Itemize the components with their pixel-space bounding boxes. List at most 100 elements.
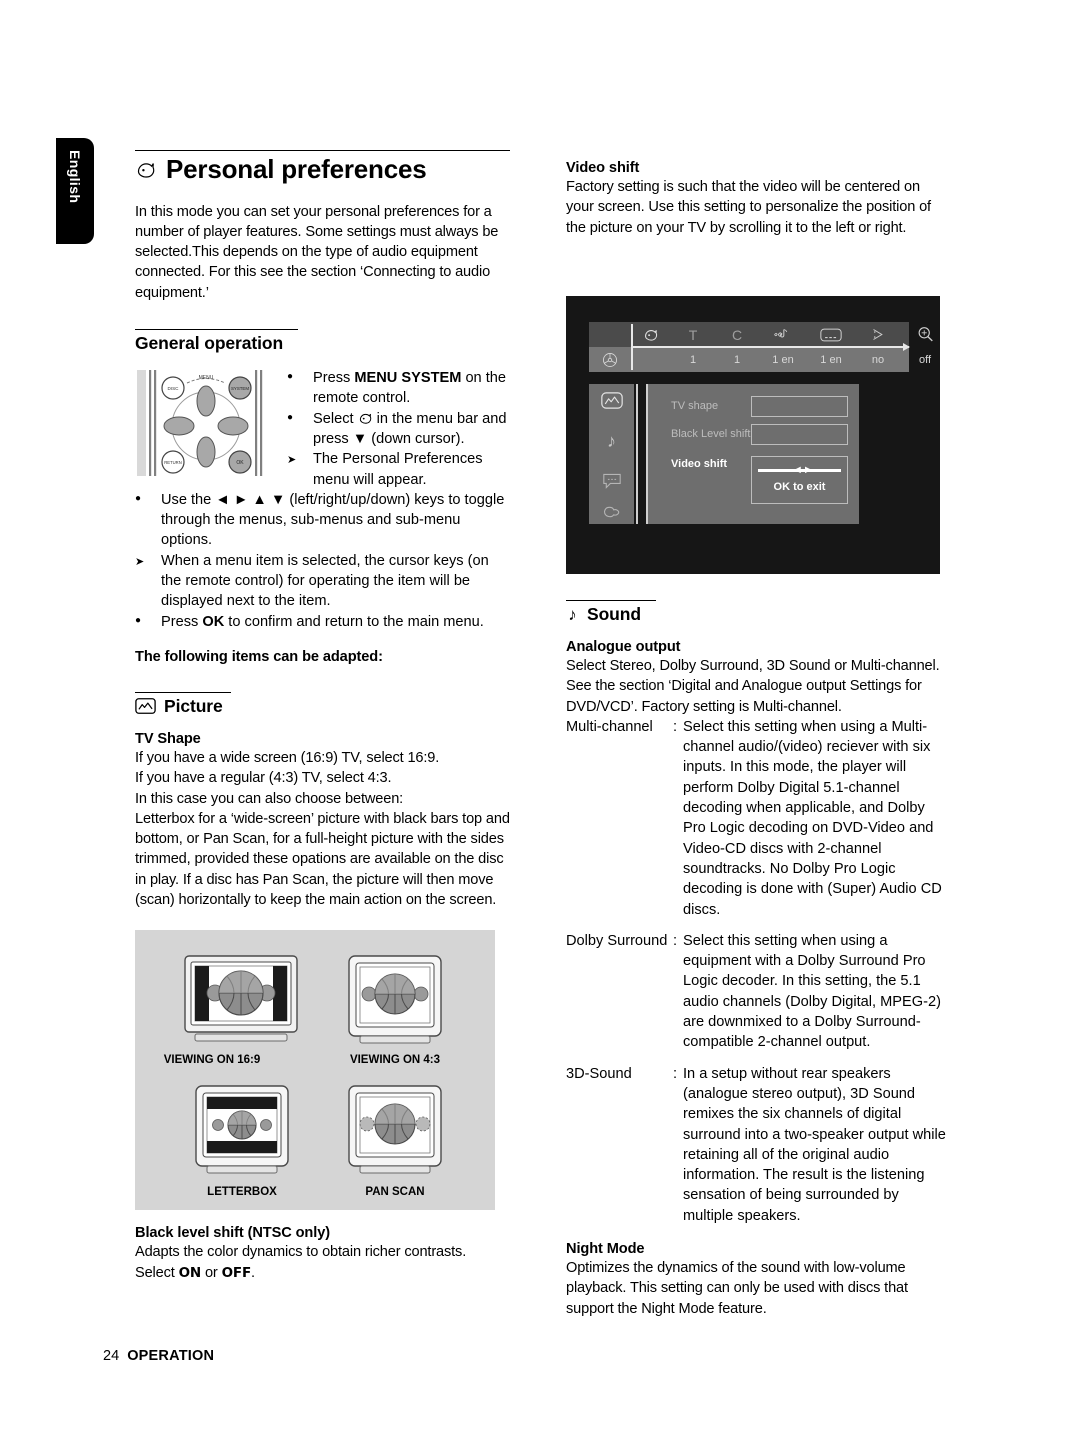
- bullet-2-text: The Personal Preferences menu will appea…: [313, 451, 483, 488]
- footer-page-number: 24: [103, 1348, 120, 1364]
- osd-row-black-level-shift[interactable]: Black Level shift: [671, 428, 750, 440]
- bullet-item: Select in the menu bar and press ▼ (down…: [287, 409, 513, 450]
- title-rule: [135, 150, 510, 151]
- osd-row-tv-shape[interactable]: TV shape: [671, 400, 718, 412]
- analogue-output-body: Select Stereo, Dolby Surround, 3D Sound …: [566, 658, 940, 715]
- black-level-body-2: Select ON or OFF.: [135, 1263, 513, 1283]
- tv-shape-body: If you have a wide screen (16:9) TV, sel…: [135, 749, 510, 909]
- black-level-body-1: Adapts the color dynamics to obtain rich…: [135, 1244, 467, 1261]
- angle-icon[interactable]: [855, 327, 901, 342]
- tv-shape-figure: VIEWING ON 16:9 VIEWING ON 4:3 LETTERBOX…: [135, 930, 495, 1211]
- video-shift-title: Video shift: [566, 160, 640, 176]
- general-operation-bullets: MENU DISC SYSTEM RETURN OK ● Press MENU …: [135, 368, 513, 634]
- osd-menubar-value-row: 1 1 1 en 1 en no off: [589, 347, 931, 372]
- disc-icon: [589, 352, 631, 368]
- picture-icon: [135, 698, 156, 715]
- osd-side-features-icon[interactable]: [589, 504, 634, 524]
- remote-control-figure: MENU DISC SYSTEM RETURN OK: [137, 370, 277, 478]
- definition-colon: :: [673, 718, 678, 735]
- osd-panel-separator: [646, 384, 648, 524]
- page-footer: 24 OPERATION: [103, 1348, 214, 1364]
- bullet-dot-icon: [287, 368, 313, 409]
- osd-settings-panel: TV shape Black Level shift Video shift ◄…: [646, 384, 859, 524]
- black-level-off-value: OFF: [221, 1264, 252, 1281]
- page-title-text: Personal preferences: [166, 154, 427, 184]
- picture-heading-text: Picture: [164, 695, 223, 716]
- zoom-icon[interactable]: [901, 326, 949, 343]
- osd-side-sound-icon[interactable]: ♪: [589, 432, 634, 450]
- audio-language-icon[interactable]: [759, 327, 807, 342]
- osd-side-picture-icon[interactable]: [589, 392, 634, 414]
- personal-preferences-icon[interactable]: [631, 327, 671, 343]
- video-shift-slider-handle[interactable]: ◄►: [792, 464, 814, 476]
- bullet-item: The Personal Preferences menu will appea…: [287, 449, 513, 490]
- black-level-or: or: [201, 1264, 222, 1281]
- bullet-dot-icon: [287, 409, 313, 450]
- sound-heading: ♪ Sound: [566, 604, 946, 625]
- osd-screenshot: T C 1 1 1 en 1 en no off ♪ TV shape Blac…: [566, 296, 940, 574]
- general-operation-rule: [135, 329, 298, 331]
- osd-side-language-icon[interactable]: [589, 472, 634, 495]
- title-T-icon[interactable]: T: [671, 327, 715, 343]
- black-level-select-pre: Select: [135, 1264, 179, 1281]
- language-tab-label: English: [67, 150, 83, 204]
- language-tab: English: [56, 138, 94, 244]
- bullet-item: When a menu item is selected, the cursor…: [135, 551, 513, 612]
- manual-page: English Personal preferences In this mod…: [0, 0, 1080, 1444]
- black-level-period: .: [251, 1264, 255, 1281]
- svg-text:DISC: DISC: [168, 386, 180, 391]
- picture-heading: Picture: [135, 696, 513, 717]
- osd-value-angle: no: [871, 353, 885, 366]
- picture-rule: [135, 691, 231, 693]
- definition-colon: :: [673, 932, 678, 949]
- night-mode-title: Night Mode: [566, 1241, 645, 1258]
- black-level-on-value: ON: [178, 1264, 202, 1281]
- subtitle-icon[interactable]: [807, 328, 855, 342]
- music-note-icon: ♪: [568, 605, 577, 624]
- bullet-item: Use the ◄ ► ▲ ▼ (left/right/up/down) key…: [135, 490, 513, 551]
- footer-section-label: OPERATION: [127, 1348, 215, 1364]
- bullet-arrow-icon: [135, 551, 161, 612]
- chapter-C-icon[interactable]: C: [715, 327, 759, 343]
- analogue-output-title: Analogue output: [566, 639, 681, 655]
- tv-label-1: VIEWING ON 4:3: [350, 1054, 440, 1066]
- svg-text:OK: OK: [236, 460, 244, 466]
- osd-video-shift-control[interactable]: ◄► OK to exit: [751, 456, 848, 504]
- svg-text:RETURN: RETURN: [164, 460, 181, 465]
- tv-label-3: PAN SCAN: [365, 1186, 424, 1198]
- bullet-0-bold: MENU SYSTEM: [354, 370, 462, 387]
- definition-term-3d-sound: 3D-Sound: [566, 1065, 632, 1082]
- head-profile-icon: [358, 411, 373, 426]
- bullet-item: Press MENU SYSTEM on the remote control.: [287, 368, 513, 409]
- osd-value-audio: 1 en: [772, 353, 794, 366]
- general-operation-heading: General operation: [135, 333, 513, 354]
- following-items-heading: The following items can be adapted:: [135, 648, 383, 665]
- osd-row-video-shift[interactable]: Video shift: [671, 458, 727, 470]
- svg-text:SYSTEM: SYSTEM: [231, 386, 249, 391]
- osd-value-box-tv-shape[interactable]: [751, 396, 848, 417]
- sound-rule: [566, 600, 656, 601]
- definition-colon: :: [673, 1065, 678, 1082]
- osd-side-separator: [636, 384, 638, 524]
- night-mode-body: Optimizes the dynamics of the sound with…: [566, 1260, 908, 1317]
- definition-term-dolby-surround: Dolby Surround: [566, 932, 668, 949]
- tv-label-0: VIEWING ON 16:9: [164, 1054, 261, 1066]
- osd-value-box-black-level-shift[interactable]: [751, 424, 848, 445]
- definition-row: Dolby Surround : Select this setting whe…: [566, 931, 946, 1053]
- left-column: Personal preferences In this mode you ca…: [135, 150, 513, 1283]
- osd-menu-bar: T C 1 1 1 en 1 en no off: [589, 322, 933, 372]
- definition-text-dolby-surround: Select this setting when using a equipme…: [683, 932, 941, 1051]
- bullet-3-text: Use the ◄ ► ▲ ▼ (left/right/up/down) key…: [161, 491, 505, 549]
- osd-side-rail: ♪: [589, 384, 634, 524]
- tv-label-2: LETTERBOX: [207, 1186, 277, 1198]
- osd-value-zoom: off: [918, 353, 932, 366]
- right-column: Video shift Factory setting is such that…: [566, 160, 946, 238]
- bullet-item: Press OK to confirm and return to the ma…: [135, 612, 513, 634]
- video-shift-body: Factory setting is such that the video w…: [566, 179, 931, 236]
- bullet-dot-icon: [135, 612, 161, 634]
- definition-text-3d-sound: In a setup without rear speakers (analog…: [683, 1065, 946, 1224]
- bullet-dot-icon: [135, 490, 161, 551]
- bullet-0-pre: Press: [313, 370, 355, 387]
- page-title: Personal preferences: [135, 155, 513, 184]
- bullet-5-bold: OK: [202, 613, 225, 630]
